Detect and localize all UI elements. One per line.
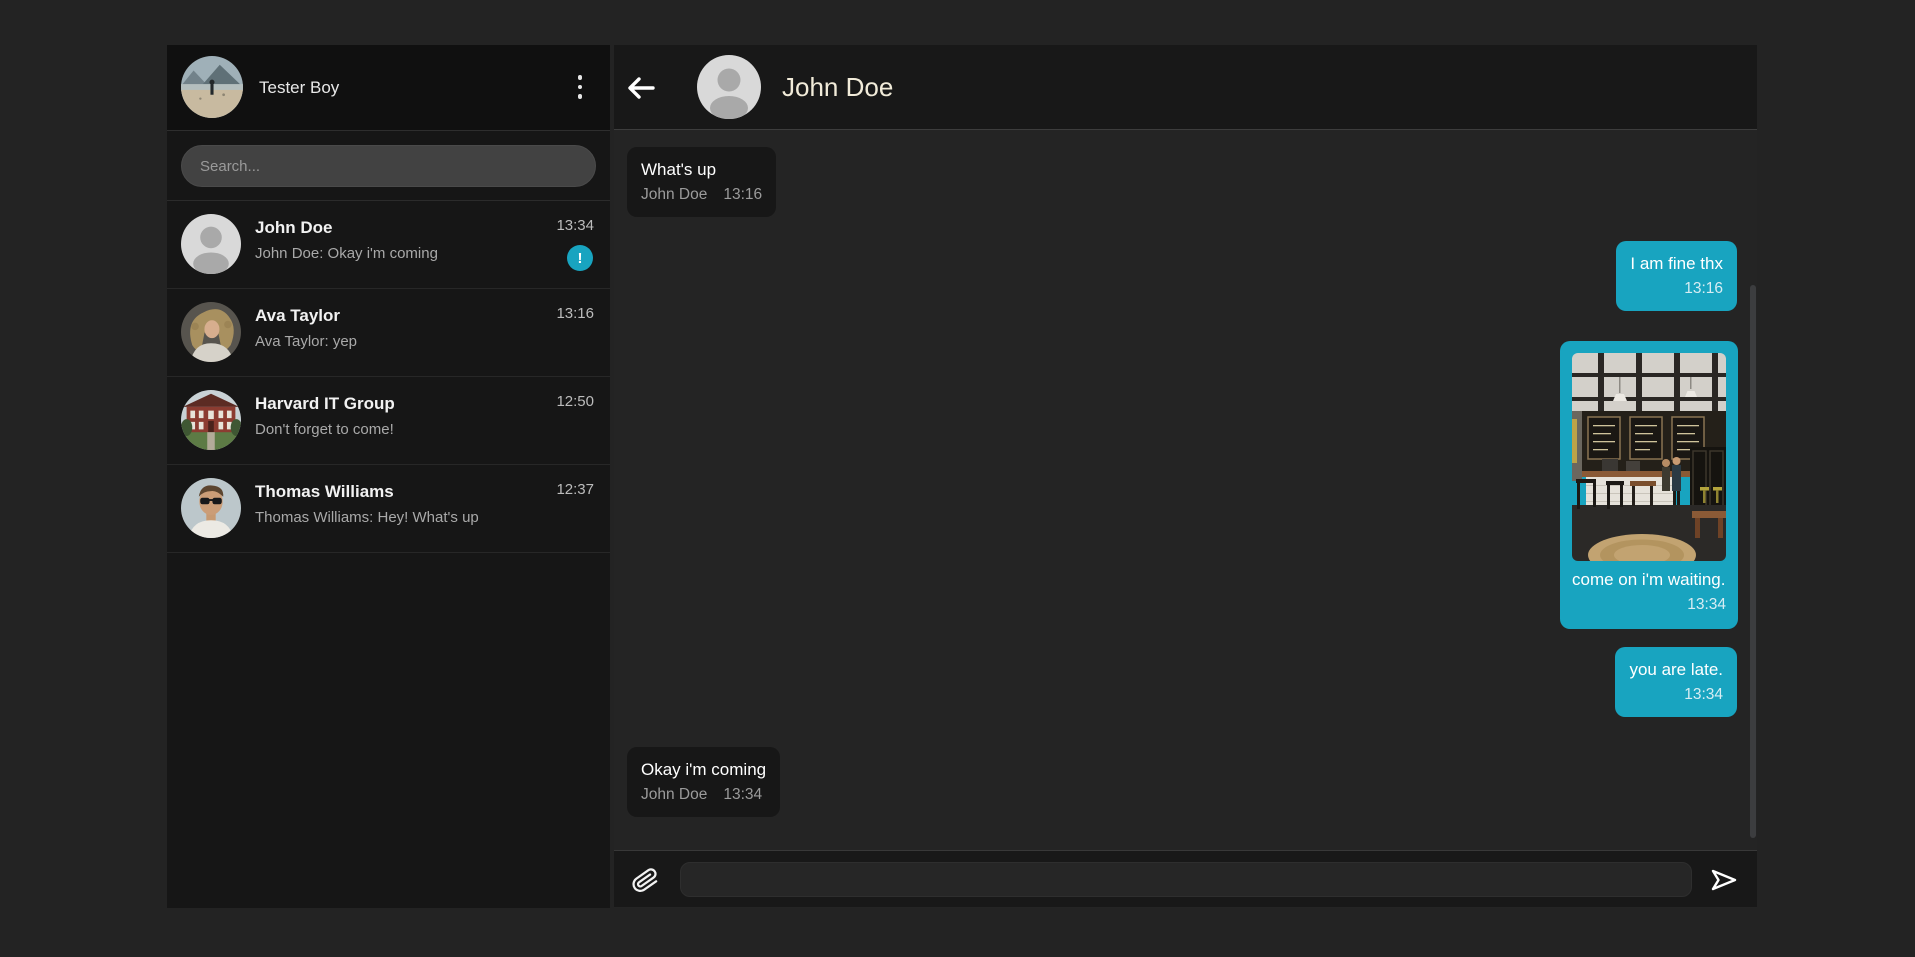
- avatar-thomas-williams: [181, 478, 241, 538]
- chat-list-item-ava-taylor[interactable]: Ava Taylor Ava Taylor: yep 13:16: [167, 289, 610, 377]
- page: { "sidebar": { "profile": { "name": "Tes…: [0, 0, 1915, 957]
- message-time: 13:34: [1629, 682, 1723, 707]
- chat-list-item-harvard-it-group[interactable]: Harvard IT Group Don't forget to come! 1…: [167, 377, 610, 465]
- chat-time: 12:50: [556, 393, 594, 410]
- avatar-harvard-it-group: [181, 390, 241, 450]
- message-outgoing: you are late. 13:34: [1615, 647, 1737, 717]
- avatar-john-doe-header: [697, 55, 761, 119]
- message-time: 13:16: [723, 186, 762, 203]
- chat-time: 13:16: [556, 305, 594, 322]
- chat-time: 13:34: [556, 217, 594, 234]
- message-time: 13:34: [1572, 592, 1726, 617]
- paperclip-icon: [629, 864, 660, 895]
- composer: [614, 850, 1757, 907]
- attach-button[interactable]: [628, 863, 662, 897]
- messages-area: What's up John Doe 13:16 I am fine thx 13…: [614, 130, 1757, 850]
- send-icon: [1710, 868, 1738, 892]
- chat-preview: Don't forget to come!: [255, 421, 394, 438]
- avatar-john-doe: [181, 214, 241, 274]
- chat-preview: Ava Taylor: yep: [255, 333, 357, 350]
- message-text: I am fine thx: [1630, 251, 1723, 276]
- message-outgoing-image: come on i'm waiting. 13:34: [1560, 341, 1738, 629]
- message-text: Okay i'm coming: [641, 757, 766, 782]
- menu-button[interactable]: [562, 69, 598, 105]
- chat-header: John Doe: [614, 45, 1757, 130]
- search-zone: [167, 131, 610, 201]
- chat-list-item-thomas-williams[interactable]: Thomas Williams Thomas Williams: Hey! Wh…: [167, 465, 610, 553]
- chat-name: John Doe: [255, 218, 332, 238]
- kebab-menu-icon: [578, 75, 583, 99]
- sidebar-header: Tester Boy: [167, 45, 610, 131]
- profile-avatar: [181, 56, 243, 118]
- profile-name: Tester Boy: [259, 45, 339, 130]
- chat-preview: Thomas Williams: Hey! What's up: [255, 509, 479, 526]
- message-caption: come on i'm waiting.: [1572, 567, 1726, 592]
- chat-name: Thomas Williams: [255, 482, 394, 502]
- arrow-left-icon: [626, 75, 656, 101]
- message-input[interactable]: [680, 862, 1692, 897]
- chat-preview: John Doe: Okay i'm coming: [255, 245, 438, 262]
- message-incoming: What's up John Doe 13:16: [627, 147, 776, 217]
- message-sender: John Doe: [641, 786, 707, 803]
- chat-time: 12:37: [556, 481, 594, 498]
- avatar-ava-taylor: [181, 302, 241, 362]
- chat-title: John Doe: [782, 45, 893, 130]
- message-photo[interactable]: [1572, 353, 1726, 561]
- beach-photo: [181, 56, 243, 118]
- message-meta: John Doe 13:16: [641, 182, 762, 207]
- chat-panel: John Doe What's up John Doe 13:16 I am fi…: [614, 45, 1757, 908]
- message-incoming: Okay i'm coming John Doe 13:34: [627, 747, 780, 817]
- message-time: 13:34: [723, 786, 762, 803]
- back-button[interactable]: [622, 71, 660, 105]
- unread-badge: !: [567, 245, 593, 271]
- message-outgoing: I am fine thx 13:16: [1616, 241, 1737, 311]
- message-sender: John Doe: [641, 186, 707, 203]
- cafe-photo: [1572, 353, 1726, 561]
- search-input[interactable]: [181, 145, 596, 187]
- chat-list-item-john-doe[interactable]: John Doe John Doe: Okay i'm coming 13:34…: [167, 201, 610, 289]
- chat-name: Harvard IT Group: [255, 394, 395, 414]
- message-meta: John Doe 13:34: [641, 782, 766, 807]
- chat-list: John Doe John Doe: Okay i'm coming 13:34…: [167, 201, 610, 553]
- send-button[interactable]: [1707, 863, 1741, 897]
- chat-name: Ava Taylor: [255, 306, 340, 326]
- message-text: What's up: [641, 157, 762, 182]
- sidebar: Tester Boy John Doe John Doe: Okay i'm c…: [167, 45, 610, 908]
- message-time: 13:16: [1630, 276, 1723, 301]
- scrollbar-thumb[interactable]: [1750, 285, 1756, 838]
- message-text: you are late.: [1629, 657, 1723, 682]
